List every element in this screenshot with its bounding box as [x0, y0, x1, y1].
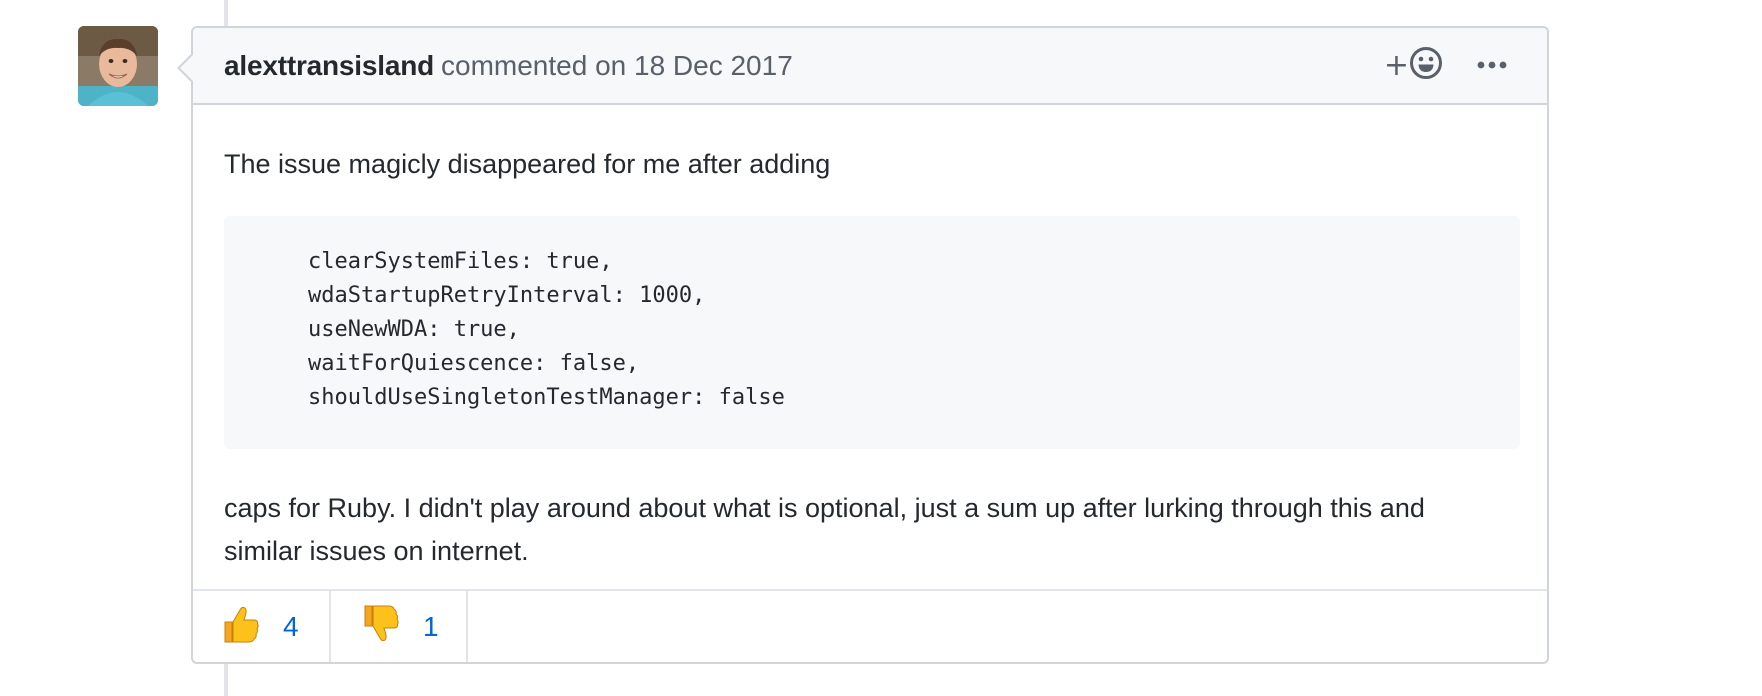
timeline: alexttransisland commented on 18 Dec 201…	[0, 0, 1762, 696]
reactions-bar: 4 1	[193, 589, 1547, 662]
code-line: useNewWDA: true,	[308, 317, 520, 342]
code-line: shouldUseSingletonTestManager: false	[308, 385, 785, 410]
comment-body: The issue magicly disappeared for me aft…	[193, 105, 1547, 573]
thumbs-down-icon	[361, 604, 401, 649]
avatar[interactable]	[78, 26, 158, 106]
comment-paragraph-line: similar issues on internet.	[224, 536, 529, 566]
plus-icon: +	[1383, 47, 1409, 83]
code-block: clearSystemFiles: true, wdaStartupRetryI…	[224, 216, 1520, 449]
comment-box: alexttransisland commented on 18 Dec 201…	[177, 26, 1549, 664]
comment-author[interactable]: alexttransisland	[224, 50, 434, 82]
thumbs-up-icon	[221, 604, 261, 649]
comment-timestamp[interactable]: commented on 18 Dec 2017	[441, 50, 793, 82]
thumbs-up-count: 4	[283, 610, 299, 642]
comment-header-actions: +	[1384, 28, 1507, 103]
comment-paragraph: The issue magicly disappeared for me aft…	[224, 149, 831, 179]
comment-paragraph: caps for Ruby. I didn't play around abou…	[224, 487, 1516, 573]
comment-header: alexttransisland commented on 18 Dec 201…	[193, 28, 1547, 105]
add-reaction-button[interactable]: +	[1384, 46, 1443, 85]
code-line: waitForQuiescence: false,	[308, 351, 640, 376]
kebab-horizontal-icon	[1477, 57, 1507, 75]
comment-paragraph-line: caps for Ruby. I didn't play around abou…	[224, 493, 1425, 523]
more-options-button[interactable]	[1477, 57, 1507, 75]
code-line: clearSystemFiles: true,	[308, 249, 613, 274]
comment-caret-inner	[180, 54, 194, 82]
code-line: wdaStartupRetryInterval: 1000,	[308, 283, 706, 308]
thumbs-down-count: 1	[423, 610, 439, 642]
smiley-icon	[1409, 46, 1443, 85]
thumbs-down-reaction[interactable]: 1	[331, 591, 468, 662]
thumbs-up-reaction[interactable]: 4	[193, 591, 331, 662]
